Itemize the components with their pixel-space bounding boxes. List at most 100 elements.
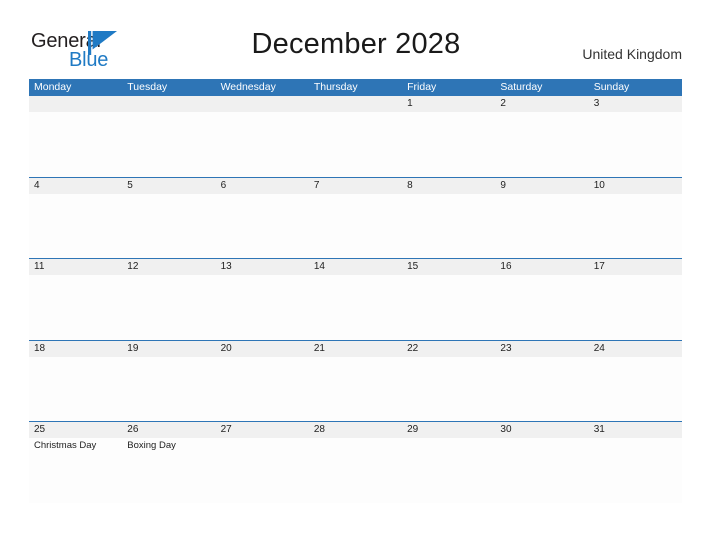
holiday-event-label: Boxing Day xyxy=(127,440,176,451)
day-number[interactable]: 16 xyxy=(495,259,588,275)
day-cell[interactable] xyxy=(122,275,215,338)
day-cell[interactable] xyxy=(495,112,588,175)
region-label: United Kingdom xyxy=(582,46,682,62)
calendar-week-row: 18 19 20 21 22 23 24 xyxy=(29,339,682,421)
calendar-grid: Monday Tuesday Wednesday Thursday Friday… xyxy=(29,79,682,503)
day-number[interactable]: 25 xyxy=(29,422,122,438)
day-number[interactable]: 27 xyxy=(216,422,309,438)
day-number[interactable]: 19 xyxy=(122,341,215,357)
weekday-header-sunday: Sunday xyxy=(593,81,630,93)
day-cell[interactable] xyxy=(402,275,495,338)
day-cell[interactable] xyxy=(122,194,215,257)
day-cell[interactable]: Christmas Day xyxy=(29,438,122,501)
calendar-week-row: 25 26 27 28 29 30 31 Christmas Day Boxing Day xyxy=(29,421,682,503)
day-number[interactable] xyxy=(309,96,402,112)
day-cell[interactable] xyxy=(589,194,682,257)
day-number[interactable]: 17 xyxy=(589,259,682,275)
day-number[interactable]: 23 xyxy=(495,341,588,357)
day-number[interactable]: 22 xyxy=(402,341,495,357)
weekday-header-saturday: Saturday xyxy=(500,81,543,93)
calendar-week-row: 11 12 13 14 15 16 17 xyxy=(29,258,682,340)
day-cell[interactable] xyxy=(589,275,682,338)
day-number[interactable]: 7 xyxy=(309,178,402,194)
week-body-strip: Christmas Day Boxing Day xyxy=(29,438,682,501)
day-cell[interactable] xyxy=(402,357,495,420)
weekday-header-row: Monday Tuesday Wednesday Thursday Friday… xyxy=(29,79,682,96)
calendar-week-row: 4 5 6 7 8 9 10 xyxy=(29,176,682,258)
day-cell[interactable] xyxy=(589,357,682,420)
day-number[interactable]: 6 xyxy=(216,178,309,194)
day-number[interactable]: 21 xyxy=(309,341,402,357)
weekday-header-friday: Friday xyxy=(407,81,437,93)
week-body-strip xyxy=(29,357,682,420)
day-number[interactable]: 30 xyxy=(495,422,588,438)
calendar-page: General Blue December 2028 United Kingdo… xyxy=(0,0,712,550)
day-number[interactable]: 9 xyxy=(495,178,588,194)
page-header: General Blue December 2028 United Kingdo… xyxy=(0,0,712,78)
calendar-weeks: 1 2 3 4 5 6 7 8 9 10 11 12 13 14 15 16 17 18 19 20 21 22 23 24 2… xyxy=(29,96,682,503)
day-number[interactable]: 31 xyxy=(589,422,682,438)
day-cell[interactable] xyxy=(309,438,402,501)
day-number[interactable]: 15 xyxy=(402,259,495,275)
day-number[interactable]: 4 xyxy=(29,178,122,194)
day-cell[interactable] xyxy=(589,438,682,501)
week-date-strip: 25 26 27 28 29 30 31 xyxy=(29,422,682,438)
day-number[interactable]: 13 xyxy=(216,259,309,275)
weekday-header-tuesday: Tuesday xyxy=(127,81,168,93)
day-cell[interactable] xyxy=(122,112,215,175)
day-cell[interactable] xyxy=(309,357,402,420)
day-number[interactable]: 11 xyxy=(29,259,122,275)
day-cell[interactable] xyxy=(309,275,402,338)
day-cell[interactable] xyxy=(216,438,309,501)
weekday-header-monday: Monday xyxy=(34,81,72,93)
weekday-header-wednesday: Wednesday xyxy=(220,81,276,93)
day-number[interactable]: 14 xyxy=(309,259,402,275)
day-number[interactable]: 8 xyxy=(402,178,495,194)
week-date-strip: 11 12 13 14 15 16 17 xyxy=(29,259,682,275)
day-cell[interactable] xyxy=(29,275,122,338)
day-cell[interactable] xyxy=(29,112,122,175)
day-number[interactable]: 12 xyxy=(122,259,215,275)
week-body-strip xyxy=(29,194,682,257)
day-cell[interactable] xyxy=(495,357,588,420)
day-number[interactable]: 2 xyxy=(495,96,588,112)
day-number[interactable]: 1 xyxy=(402,96,495,112)
day-cell[interactable] xyxy=(29,194,122,257)
day-cell[interactable] xyxy=(402,112,495,175)
day-number[interactable] xyxy=(29,96,122,112)
day-number[interactable]: 3 xyxy=(589,96,682,112)
day-number[interactable]: 24 xyxy=(589,341,682,357)
day-cell[interactable] xyxy=(589,112,682,175)
day-cell[interactable] xyxy=(495,275,588,338)
day-number[interactable]: 18 xyxy=(29,341,122,357)
day-cell[interactable] xyxy=(29,357,122,420)
day-number[interactable]: 28 xyxy=(309,422,402,438)
day-number[interactable]: 5 xyxy=(122,178,215,194)
week-date-strip: 4 5 6 7 8 9 10 xyxy=(29,177,682,194)
week-body-strip xyxy=(29,112,682,175)
holiday-event-label: Christmas Day xyxy=(34,440,97,451)
day-cell[interactable]: Boxing Day xyxy=(122,438,215,501)
weekday-header-thursday: Thursday xyxy=(313,81,358,93)
day-number[interactable]: 10 xyxy=(589,178,682,194)
day-cell[interactable] xyxy=(216,357,309,420)
day-number[interactable] xyxy=(122,96,215,112)
day-cell[interactable] xyxy=(495,438,588,501)
day-cell[interactable] xyxy=(216,112,309,175)
day-number[interactable]: 29 xyxy=(402,422,495,438)
week-body-strip xyxy=(29,275,682,338)
day-cell[interactable] xyxy=(402,194,495,257)
day-cell[interactable] xyxy=(216,275,309,338)
day-number[interactable]: 20 xyxy=(216,341,309,357)
day-cell[interactable] xyxy=(495,194,588,257)
day-cell[interactable] xyxy=(122,357,215,420)
day-number[interactable]: 26 xyxy=(122,422,215,438)
week-date-strip: 123 xyxy=(29,96,682,112)
day-cell[interactable] xyxy=(216,194,309,257)
week-date-strip: 18 19 20 21 22 23 24 xyxy=(29,340,682,357)
day-number[interactable] xyxy=(216,96,309,112)
day-cell[interactable] xyxy=(309,194,402,257)
day-cell[interactable] xyxy=(402,438,495,501)
day-cell[interactable] xyxy=(309,112,402,175)
calendar-week-row: 123 xyxy=(29,96,682,177)
